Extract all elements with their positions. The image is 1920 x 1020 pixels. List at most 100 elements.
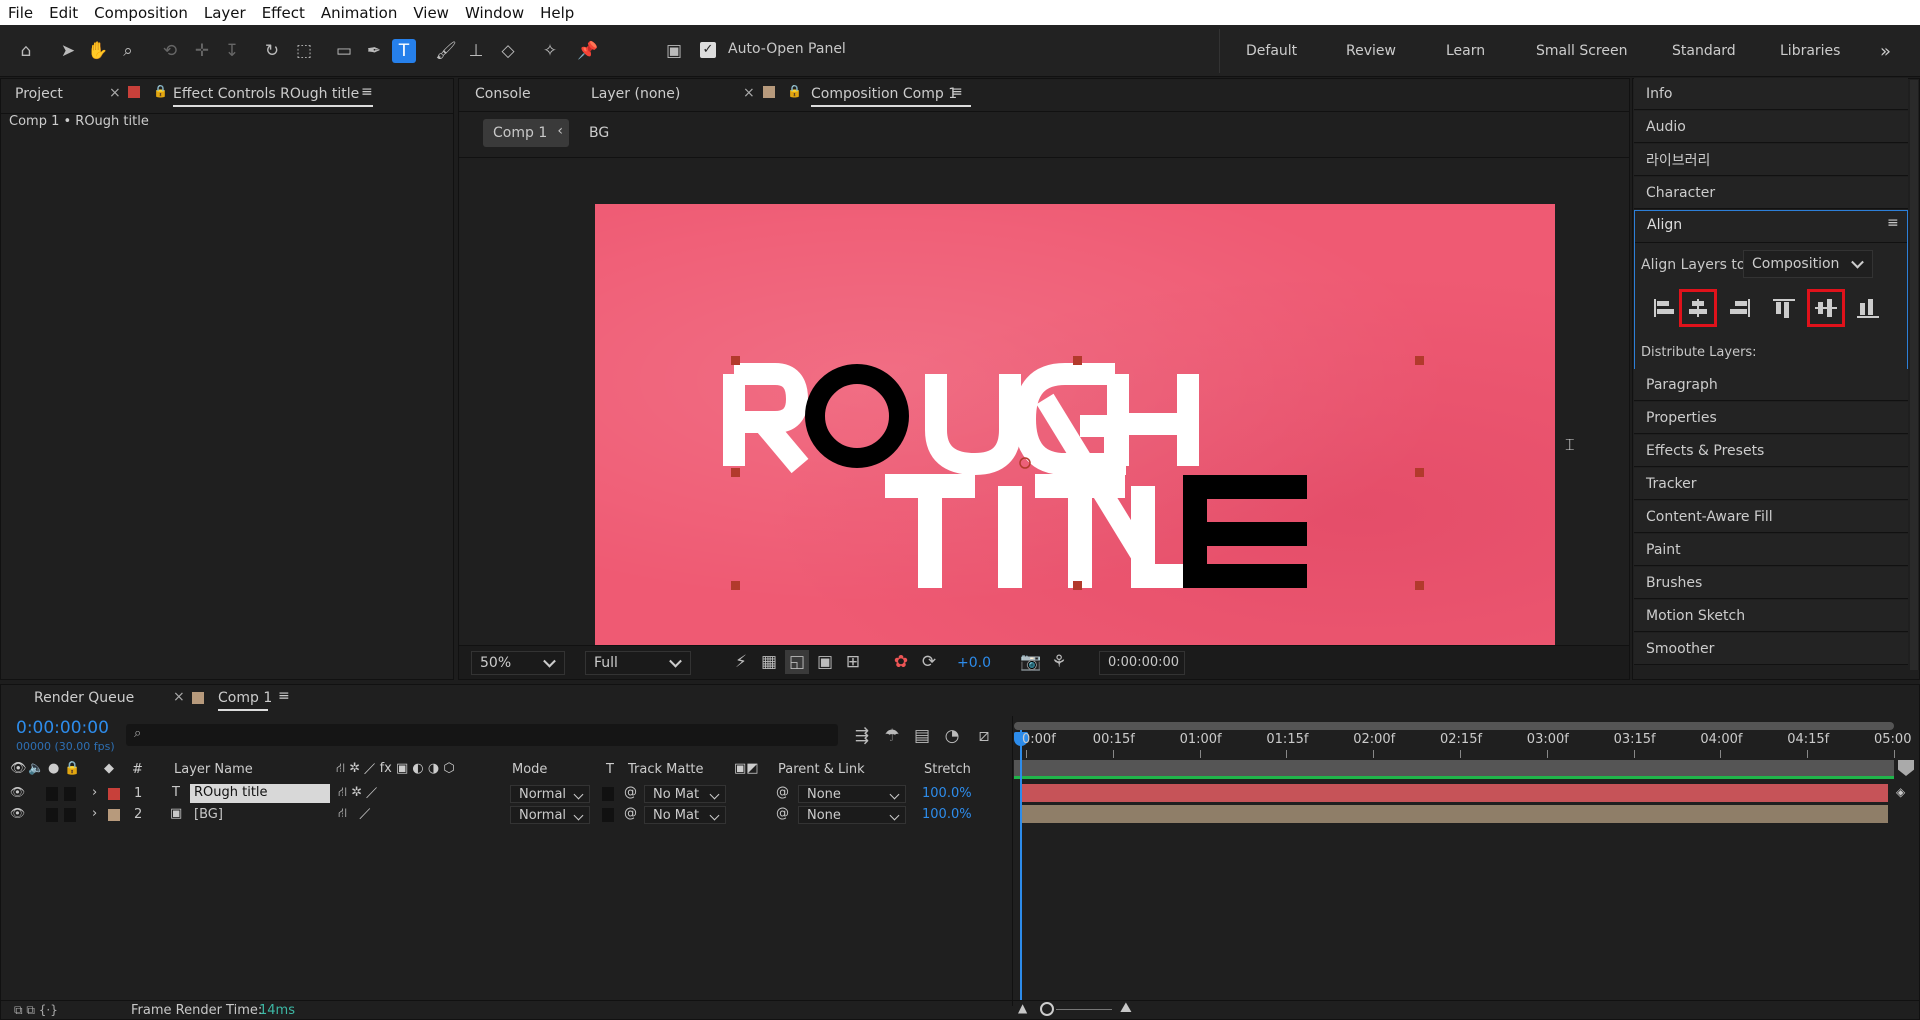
blend-mode-dropdown[interactable]: Normal [510,785,590,803]
rectangle-tool-icon[interactable]: ▭ [332,39,356,63]
panel-info[interactable]: Info [1634,78,1908,110]
work-area-range[interactable] [1014,760,1894,776]
workspace-learn[interactable]: Learn [1446,25,1485,77]
right-panel-scrollbar[interactable] [1910,80,1918,670]
layer-label-color[interactable] [108,788,120,800]
pan-behind-icon[interactable]: ⬚ [292,39,316,63]
menu-effect[interactable]: Effect [254,4,313,22]
lock-toggle[interactable] [64,808,76,822]
shy-switch-icon[interactable]: ⛙ ⟋ [338,806,371,823]
rotation-tool-icon[interactable]: ↻ [260,39,284,63]
layer-name-field[interactable]: ROugh title [190,784,330,803]
tab-comp1-timeline[interactable]: Comp 1 [218,690,272,711]
align-right-icon[interactable] [1722,290,1758,326]
tab-composition[interactable]: Composition Comp 1 [811,86,971,107]
panel-smoother[interactable]: Smoother [1634,633,1908,665]
orbit-camera-icon[interactable]: ⟲ [158,39,182,63]
layer-row[interactable]: 👁 › 2 ▣ [BG] ⛙ ⟋ Normal @ No Mat @ None … [0,805,1010,825]
work-area-bar[interactable] [1014,722,1894,730]
composition-flowchart-icon[interactable]: ⇶ [850,724,874,748]
menu-composition[interactable]: Composition [86,4,196,22]
panel-menu-icon[interactable]: ≡ [278,688,290,704]
tab-project[interactable]: Project [15,86,63,102]
panel-effects-presets[interactable]: Effects & Presets [1634,435,1908,467]
panel-paint[interactable]: Paint [1634,534,1908,566]
panel-content-aware-fill[interactable]: Content-Aware Fill [1634,501,1908,533]
zoom-in-icon[interactable]: ⛰ [1120,1000,1132,1016]
transform-handle[interactable] [731,581,740,590]
panel-brushes[interactable]: Brushes [1634,567,1908,599]
preserve-transparency-toggle[interactable] [602,787,614,801]
zoom-dropdown[interactable]: 50% [471,651,565,675]
search-input[interactable]: ⌕ [126,724,838,746]
status-toggle-icons[interactable]: ⧉ ⧉ {·} [14,1003,58,1018]
blend-mode-dropdown[interactable]: Normal [510,806,590,824]
zoom-slider-knob[interactable] [1040,1002,1054,1016]
workspace-small-screen[interactable]: Small Screen [1536,25,1627,77]
panel-audio[interactable]: Audio [1634,111,1908,143]
parent-dropdown[interactable]: None [798,806,906,824]
align-left-icon[interactable] [1646,290,1682,326]
hand-tool-icon[interactable]: ✋ [86,39,110,63]
layer-bar-2[interactable] [1022,805,1888,823]
align-to-dropdown[interactable]: Composition [1743,250,1873,278]
clone-stamp-icon[interactable]: ⊥ [464,39,488,63]
selection-tool-icon[interactable]: ➤ [56,39,80,63]
layer-bar-1[interactable] [1022,784,1888,802]
transparency-grid-icon[interactable]: ▦ [757,650,781,674]
zoom-slider-track[interactable] [1056,1009,1112,1010]
brush-tool-icon[interactable]: 🖌 [434,39,458,63]
align-bottom-icon[interactable] [1850,290,1886,326]
tab-layer[interactable]: Layer (none) [591,86,680,102]
menu-edit[interactable]: Edit [41,4,86,22]
fast-preview-icon[interactable]: ⚡ [729,650,753,674]
type-tool-icon[interactable]: T [392,39,416,63]
panel-motion-sketch[interactable]: Motion Sketch [1634,600,1908,632]
timeline-timecode[interactable]: 0:00:00:00 [16,718,109,738]
frame-blending-icon[interactable]: ▤ [910,724,934,748]
transform-handle[interactable] [1073,581,1082,590]
more-workspaces-icon[interactable]: » [1880,25,1891,77]
parent-dropdown[interactable]: None [798,785,906,803]
panel-libraries-kr[interactable]: 라이브러리 [1634,144,1908,176]
panel-menu-icon[interactable]: ≡ [361,84,373,100]
workspace-default[interactable]: Default [1246,25,1297,77]
transform-handle[interactable] [1415,356,1424,365]
composition-canvas[interactable] [595,204,1555,645]
menu-view[interactable]: View [405,4,457,22]
expand-chevron-icon[interactable]: › [92,785,97,800]
pan-camera-icon[interactable]: ✛ [190,39,214,63]
puppet-pin-icon[interactable]: 📌 [576,39,600,63]
visibility-toggle-icon[interactable]: 👁 [10,785,25,799]
crumb-comp1[interactable]: Comp 1 ‹ [483,119,569,147]
dolly-camera-icon[interactable]: ↧ [220,39,244,63]
layer-name-field[interactable]: [BG] [194,807,223,822]
solo-toggle[interactable] [46,787,58,801]
solo-toggle[interactable] [46,808,58,822]
show-snapshot-icon[interactable]: ⚘ [1047,650,1071,674]
lock-icon[interactable]: 🔒 [153,84,168,98]
panel-menu-icon[interactable]: ≡ [1887,215,1899,231]
panel-character[interactable]: Character [1634,177,1908,209]
zoom-out-icon[interactable]: ▲ [1018,1001,1027,1015]
track-matte-dropdown[interactable]: No Mat [644,785,726,803]
panel-menu-icon[interactable]: ≡ [951,84,963,100]
col-layer-name[interactable]: Layer Name [174,762,253,777]
reset-exposure-icon[interactable]: ⟳ [917,650,941,674]
preserve-transparency-toggle[interactable] [602,808,614,822]
eraser-tool-icon[interactable]: ◇ [496,39,520,63]
close-icon[interactable]: × [173,689,185,705]
align-horizontal-center-icon[interactable] [1679,289,1717,327]
panel-tracker[interactable]: Tracker [1634,468,1908,500]
stretch-value[interactable]: 100.0% [922,807,972,822]
tab-console[interactable]: Console [475,86,531,102]
tab-effect-controls[interactable]: Effect Controls ROugh title [173,86,373,107]
menu-layer[interactable]: Layer [196,4,254,22]
snapshot-icon[interactable]: 📷 [1019,650,1043,674]
pick-whip-icon[interactable]: @ [776,785,789,800]
visibility-toggle-icon[interactable]: 👁 [10,806,25,820]
menu-help[interactable]: Help [532,4,582,22]
home-icon[interactable]: ⌂ [14,39,38,63]
transform-handle[interactable] [1415,468,1424,477]
panel-paragraph[interactable]: Paragraph [1634,369,1908,401]
